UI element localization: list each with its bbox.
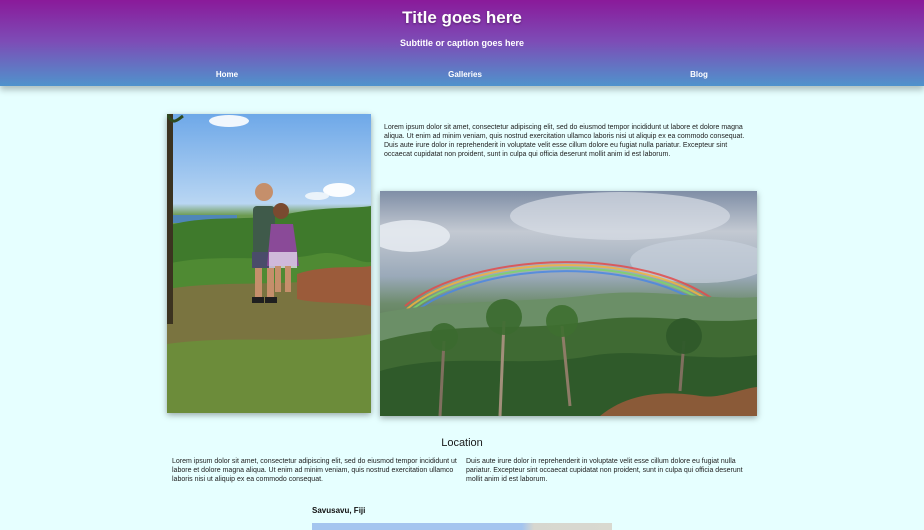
location-map[interactable]	[312, 523, 612, 530]
nav-galleries-link[interactable]: Galleries	[448, 70, 482, 79]
location-text-left: Lorem ipsum dolor sit amet, consectetur …	[172, 458, 457, 483]
site-subtitle: Subtitle or caption goes here	[399, 38, 525, 48]
rainbow-photo-illustration	[380, 192, 757, 416]
rainbow-photo	[380, 191, 757, 416]
nav-home-link[interactable]: Home	[216, 70, 238, 79]
location-text-right: Duis aute irure dolor in reprehenderit i…	[466, 458, 743, 483]
nav-blog-link[interactable]: Blog	[690, 70, 708, 79]
couple-photo-illustration	[167, 114, 371, 413]
couple-photo	[167, 114, 371, 413]
intro-paragraph: Lorem ipsum dolor sit amet, consectetur …	[384, 124, 745, 158]
site-header: Title goes here Subtitle or caption goes…	[0, 0, 924, 86]
page: Title goes here Subtitle or caption goes…	[0, 0, 924, 530]
site-title: Title goes here	[402, 8, 522, 27]
map-location-label: Savusavu, Fiji	[312, 506, 366, 515]
location-heading: Location	[441, 437, 483, 449]
